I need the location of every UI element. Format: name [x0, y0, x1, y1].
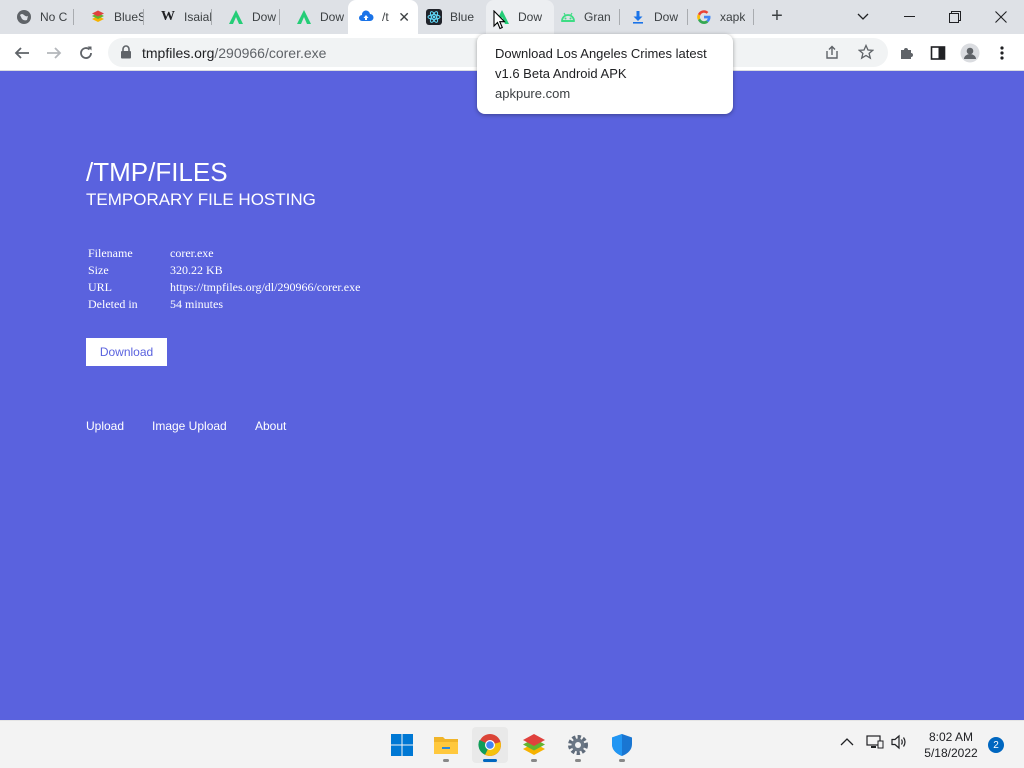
- share-icon[interactable]: [824, 44, 840, 65]
- cloud-upload-icon: [358, 9, 374, 25]
- notification-badge[interactable]: 2: [988, 737, 1004, 753]
- tab-title: BlueS: [114, 10, 144, 24]
- tab-6[interactable]: Blue: [418, 0, 486, 34]
- chrome-icon[interactable]: [472, 727, 508, 763]
- network-monitor-icon[interactable]: [866, 734, 884, 753]
- info-label: Size: [88, 263, 109, 277]
- info-value: 54 minutes: [170, 297, 223, 311]
- tab-title: Isaiah: [184, 10, 212, 24]
- globe-icon: [16, 9, 32, 25]
- tab-title: Dow: [518, 10, 543, 24]
- tab-2[interactable]: W Isaiah: [144, 0, 212, 34]
- running-indicator: [575, 759, 581, 762]
- tab-10[interactable]: xapk: [688, 0, 754, 34]
- table-row: Size 320.22 KB: [86, 262, 362, 279]
- taskbar: 8:02 AM 5/18/2022 2: [0, 720, 1024, 768]
- clock-date: 5/18/2022: [924, 746, 978, 760]
- upload-link[interactable]: Upload: [86, 419, 124, 433]
- forward-button[interactable]: [40, 39, 68, 67]
- windows-security-shield-icon[interactable]: [604, 727, 640, 763]
- android-icon: [560, 9, 576, 25]
- close-window-button[interactable]: [978, 0, 1024, 34]
- mouse-cursor-icon: [493, 9, 506, 35]
- apkpure-icon: [228, 9, 244, 25]
- url-text[interactable]: tmpfiles.org/290966/corer.exe: [142, 45, 326, 61]
- running-indicator: [443, 759, 449, 762]
- url-path: /290966/corer.exe: [214, 45, 327, 61]
- download-icon: [630, 9, 646, 25]
- tab-3[interactable]: Dow: [212, 0, 280, 34]
- side-panel-icon[interactable]: [924, 39, 952, 67]
- download-button[interactable]: Download: [86, 338, 167, 366]
- running-indicator: [531, 759, 537, 762]
- url-domain: tmpfiles.org: [142, 45, 215, 61]
- running-indicator: [619, 759, 625, 762]
- bookmark-star-icon[interactable]: [857, 43, 875, 65]
- tab-hover-card: Download Los Angeles Crimes latest v1.6 …: [477, 34, 733, 114]
- hover-card-domain: apkpure.com: [495, 86, 571, 101]
- table-row: Deleted in 54 minutes: [86, 296, 362, 313]
- extensions-puzzle-icon[interactable]: [892, 39, 920, 67]
- file-info-table: Filename corer.exe Size 320.22 KB URL ht…: [86, 245, 362, 313]
- page-content: /TMP/FILES TEMPORARY FILE HOSTING Filena…: [0, 71, 1024, 720]
- tab-5-active[interactable]: /t ✕: [348, 0, 418, 34]
- about-link[interactable]: About: [255, 419, 286, 433]
- tab-title: Gran: [584, 10, 611, 24]
- site-subtitle: TEMPORARY FILE HOSTING: [86, 190, 316, 209]
- profile-avatar-icon[interactable]: [956, 39, 984, 67]
- image-upload-link[interactable]: Image Upload: [152, 419, 227, 433]
- volume-speaker-icon[interactable]: [890, 734, 908, 753]
- back-button[interactable]: [8, 39, 36, 67]
- tab-divider: [753, 9, 754, 25]
- table-row: URL https://tmpfiles.org/dl/290966/corer…: [86, 279, 362, 296]
- close-tab-icon[interactable]: ✕: [398, 10, 410, 24]
- google-icon: [696, 9, 712, 25]
- system-clock[interactable]: 8:02 AM 5/18/2022: [916, 729, 986, 761]
- lock-icon[interactable]: [120, 45, 134, 60]
- tab-8[interactable]: Gran: [554, 0, 620, 34]
- tab-title: /t: [382, 10, 389, 24]
- reload-button[interactable]: [72, 39, 100, 67]
- menu-kebab-icon[interactable]: [988, 39, 1016, 67]
- info-value-url[interactable]: https://tmpfiles.org/dl/290966/corer.exe: [168, 279, 362, 296]
- hover-card-title: Download Los Angeles Crimes latest v1.6 …: [495, 46, 707, 81]
- tab-strip: No C BlueS W Isaiah Dow Dow /t ✕: [0, 0, 1024, 34]
- site-title: /TMP/FILES: [86, 157, 228, 187]
- bluestacks-icon[interactable]: [516, 727, 552, 763]
- tab-search-chevron-icon[interactable]: [840, 0, 886, 34]
- info-label: Filename: [88, 246, 133, 260]
- table-row: Filename corer.exe: [86, 245, 362, 262]
- start-windows-icon[interactable]: [384, 727, 420, 763]
- new-tab-button[interactable]: +: [766, 6, 788, 27]
- tab-title: Blue: [450, 10, 475, 24]
- info-label: URL: [88, 280, 112, 294]
- tab-9[interactable]: Dow: [620, 0, 688, 34]
- wikipedia-icon: W: [161, 9, 175, 24]
- settings-gear-icon[interactable]: [560, 727, 596, 763]
- bluestacks-icon: [90, 9, 106, 25]
- info-value: 320.22 KB: [170, 263, 223, 277]
- restore-button[interactable]: [932, 0, 978, 34]
- tab-title: xapk: [720, 10, 746, 24]
- tab-title: Dow: [320, 10, 345, 24]
- tab-title: No C: [40, 10, 68, 24]
- clock-time: 8:02 AM: [928, 730, 974, 744]
- tab-1[interactable]: BlueS: [74, 0, 144, 34]
- info-label: Deleted in: [88, 297, 138, 311]
- tab-4[interactable]: Dow: [280, 0, 348, 34]
- tab-title: Dow: [654, 10, 679, 24]
- tab-title: Dow: [252, 10, 277, 24]
- apkpure-icon: [296, 9, 312, 25]
- minimize-button[interactable]: [886, 0, 932, 34]
- tab-0[interactable]: No C: [0, 0, 74, 34]
- file-explorer-icon[interactable]: [428, 727, 464, 763]
- info-value: corer.exe: [170, 246, 214, 260]
- show-hidden-icons-chevron-icon[interactable]: [840, 735, 854, 750]
- react-icon: [426, 9, 442, 25]
- running-indicator: [483, 759, 497, 762]
